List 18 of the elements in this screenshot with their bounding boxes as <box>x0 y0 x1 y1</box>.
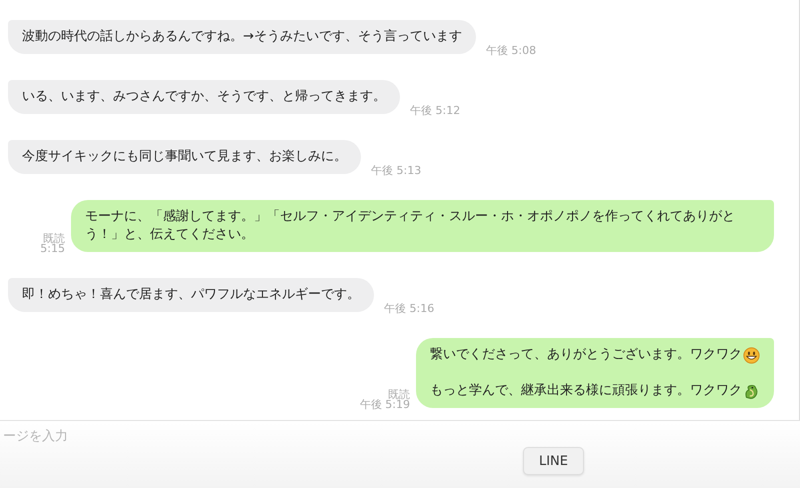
message-time: 午後 5:12 <box>410 104 460 118</box>
message-bubble: 今度サイキックにも同じ事聞いて見ます、お楽しみに。 <box>8 140 361 174</box>
read-receipt: 既読 <box>388 388 410 401</box>
message-bubble: 即！めちゃ！喜んで居ます、パワフルなエネルギーです。 <box>8 278 374 312</box>
tooltip: LINE <box>523 447 584 475</box>
message-time: 5:15 <box>40 242 65 256</box>
message-bubble: モーナに、「感謝してます。」「セルフ・アイデンティティ・スルー・ホ・オポノポノを作ってくれてありがとう！」と、伝えてください。 <box>71 200 774 252</box>
message-time: 午後 5:13 <box>371 164 422 178</box>
message-time: 午後 5:08 <box>486 44 536 58</box>
read-receipt: 既読 <box>43 232 65 245</box>
message-input[interactable]: ージを入力 <box>0 429 503 444</box>
message-text: もっと学んで、継承出来る様に頑張ります。ワクワク <box>430 382 742 400</box>
smiley-icon <box>743 346 760 364</box>
message-time: 午後 5:16 <box>384 302 434 316</box>
message-bubble: いる、います、みつさんですか、そうです、と帰ってきます。 <box>8 80 400 114</box>
message-bubble: 波動の時代の話しからあるんですね。→そうみたいです、そう言っています <box>8 20 476 54</box>
message-text: 繋いでくださって、ありがとうございます。ワクワク <box>430 346 742 364</box>
message-time: 午後 5:19 <box>360 398 410 412</box>
